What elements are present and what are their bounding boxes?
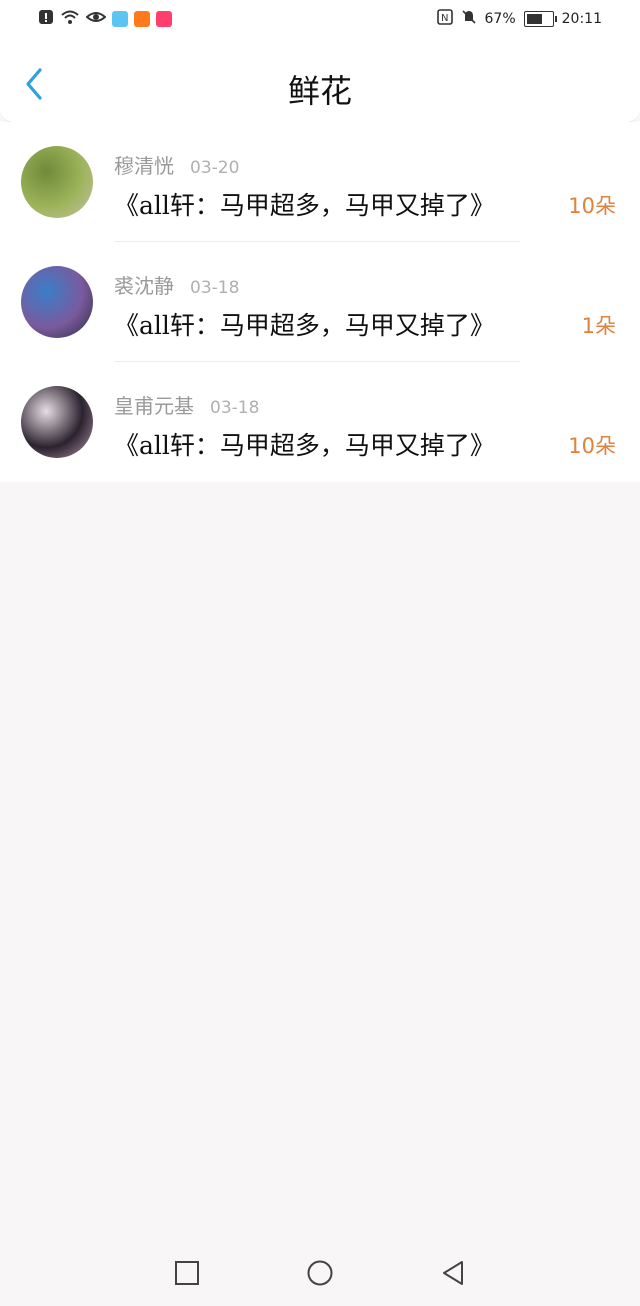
nav-back-button[interactable] bbox=[439, 1259, 467, 1287]
date-label: 03-18 bbox=[190, 278, 240, 298]
flower-amount: 10朵 bbox=[568, 434, 616, 458]
user-name: 裘沈静 03-18 bbox=[114, 270, 239, 299]
avatar[interactable] bbox=[21, 266, 93, 338]
book-title: 《all轩：马甲超多，马甲又掉了》 bbox=[114, 191, 495, 220]
avatar[interactable] bbox=[21, 386, 93, 458]
nfc-icon: N bbox=[436, 9, 453, 29]
flower-amount: 10朵 bbox=[568, 194, 616, 218]
battery-percent: 67% bbox=[484, 11, 516, 27]
svg-text:N: N bbox=[441, 13, 448, 24]
flower-record-list: 穆清恍 03-20 《all轩：马甲超多，马甲又掉了》 10朵 裘沈静 03-18 … bbox=[0, 122, 640, 482]
mute-bell-icon bbox=[461, 9, 477, 29]
user-name: 穆清恍 03-20 bbox=[114, 150, 239, 179]
battery-icon bbox=[523, 11, 557, 27]
list-item[interactable]: 穆清恍 03-20 《all轩：马甲超多，马甲又掉了》 10朵 bbox=[0, 122, 640, 242]
circle-icon bbox=[307, 1260, 333, 1286]
square-icon bbox=[175, 1261, 199, 1285]
app-header: 鲜花 bbox=[0, 40, 640, 123]
wifi-icon bbox=[60, 9, 80, 29]
list-item[interactable]: 裘沈静 03-18 《all轩：马甲超多，马甲又掉了》 1朵 bbox=[0, 242, 640, 362]
app-notification-icon-1 bbox=[112, 11, 128, 27]
book-title: 《all轩：马甲超多，马甲又掉了》 bbox=[114, 431, 495, 460]
status-bar: N 67% 20:11 bbox=[0, 0, 640, 40]
status-icons-left bbox=[38, 9, 172, 29]
flower-amount: 1朵 bbox=[581, 314, 616, 338]
home-button[interactable] bbox=[306, 1259, 334, 1287]
user-name-label: 皇甫元基 bbox=[114, 394, 194, 418]
clock: 20:11 bbox=[561, 11, 602, 27]
alert-icon bbox=[38, 9, 54, 29]
date-label: 03-20 bbox=[190, 158, 240, 178]
eye-icon bbox=[85, 9, 107, 29]
avatar[interactable] bbox=[21, 146, 93, 218]
app-notification-icon-3 bbox=[156, 11, 172, 27]
date-label: 03-18 bbox=[210, 398, 260, 418]
triangle-back-icon bbox=[443, 1261, 463, 1285]
recents-button[interactable] bbox=[173, 1259, 201, 1287]
user-name-label: 穆清恍 bbox=[114, 154, 174, 178]
page-title: 鲜花 bbox=[287, 72, 352, 110]
user-name: 皇甫元基 03-18 bbox=[114, 390, 259, 419]
status-icons-right: N 67% 20:11 bbox=[436, 9, 602, 29]
app-notification-icon-2 bbox=[134, 11, 150, 27]
book-title: 《all轩：马甲超多，马甲又掉了》 bbox=[114, 311, 495, 340]
user-name-label: 裘沈静 bbox=[114, 274, 174, 298]
list-item[interactable]: 皇甫元基 03-18 《all轩：马甲超多，马甲又掉了》 10朵 bbox=[0, 362, 640, 482]
system-nav-bar bbox=[0, 1240, 640, 1306]
